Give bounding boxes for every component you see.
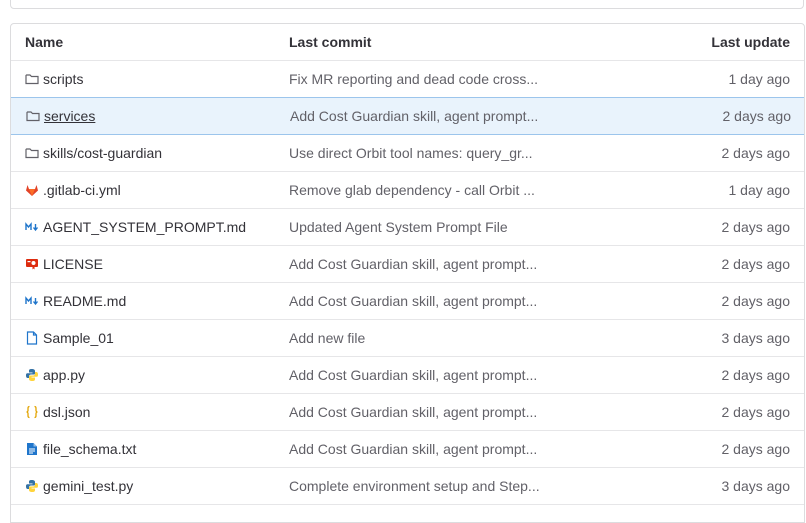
last-update-time: 2 days ago xyxy=(721,441,791,457)
last-update-time: 2 days ago xyxy=(721,219,791,235)
commit-message-link[interactable]: Fix MR reporting and dead code cross... xyxy=(289,61,538,97)
python-icon xyxy=(25,479,39,493)
commit-message-link[interactable]: Add Cost Guardian skill, agent prompt... xyxy=(289,394,537,430)
table-row[interactable]: AGENT_SYSTEM_PROMPT.md Updated Agent Sys… xyxy=(11,209,804,246)
file-link[interactable]: AGENT_SYSTEM_PROMPT.md xyxy=(43,209,246,245)
folder-icon xyxy=(25,72,39,86)
header-name: Name xyxy=(25,34,64,50)
folder-icon xyxy=(26,109,40,123)
table-row[interactable]: dsl.json Add Cost Guardian skill, agent … xyxy=(11,394,804,431)
last-update-time: 2 days ago xyxy=(721,145,791,161)
table-row[interactable]: file_schema.txt Add Cost Guardian skill,… xyxy=(11,431,804,468)
commit-message-link[interactable]: Use direct Orbit tool names: query_gr... xyxy=(289,135,533,171)
markdown-icon xyxy=(25,220,39,234)
gitlab-icon xyxy=(25,183,39,197)
file-link[interactable]: README.md xyxy=(43,283,126,319)
header-last-update: Last update xyxy=(711,34,790,50)
top-panel xyxy=(10,0,804,9)
last-update-time: 1 day ago xyxy=(728,182,791,198)
table-row[interactable]: LICENSE Add Cost Guardian skill, agent p… xyxy=(11,246,804,283)
table-row[interactable]: gemini_test.py Complete environment setu… xyxy=(11,468,804,505)
file-link[interactable]: Sample_01 xyxy=(43,320,114,356)
text-file-icon xyxy=(25,442,39,456)
commit-message-link[interactable]: Add Cost Guardian skill, agent prompt... xyxy=(289,431,537,467)
last-update-time: 2 days ago xyxy=(721,367,791,383)
file-link[interactable]: .gitlab-ci.yml xyxy=(43,172,121,208)
file-tree-table: Name Last commit Last update scripts Fix… xyxy=(10,23,805,523)
markdown-icon xyxy=(25,294,39,308)
commit-message-link[interactable]: Add Cost Guardian skill, agent prompt... xyxy=(289,246,537,282)
file-link[interactable]: dsl.json xyxy=(43,394,90,430)
table-row[interactable]: README.md Add Cost Guardian skill, agent… xyxy=(11,283,804,320)
commit-message-link[interactable]: Complete environment setup and Step... xyxy=(289,468,540,504)
header-last-commit: Last commit xyxy=(289,34,372,50)
last-update-time: 3 days ago xyxy=(721,330,791,346)
commit-message-link[interactable]: Updated Agent System Prompt File xyxy=(289,209,508,245)
json-icon xyxy=(25,405,39,419)
license-icon xyxy=(25,257,39,271)
file-link[interactable]: skills/cost-guardian xyxy=(43,135,162,171)
file-link[interactable]: gemini_test.py xyxy=(43,468,133,504)
commit-message-link[interactable]: Add Cost Guardian skill, agent prompt... xyxy=(289,357,537,393)
last-update-time: 2 days ago xyxy=(722,108,792,124)
commit-message-link[interactable]: Add new file xyxy=(289,320,365,356)
last-update-time: 3 days ago xyxy=(721,478,791,494)
table-row[interactable]: services Add Cost Guardian skill, agent … xyxy=(11,97,804,135)
commit-message-link[interactable]: Add Cost Guardian skill, agent prompt... xyxy=(289,283,537,319)
last-update-time: 1 day ago xyxy=(728,71,791,87)
file-link[interactable]: scripts xyxy=(43,61,83,97)
file-link[interactable]: app.py xyxy=(43,357,85,393)
commit-message-link[interactable]: Add Cost Guardian skill, agent prompt... xyxy=(290,98,538,134)
table-row[interactable]: scripts Fix MR reporting and dead code c… xyxy=(11,61,804,98)
folder-icon xyxy=(25,146,39,160)
table-row[interactable]: Sample_01 Add new file 3 days ago xyxy=(11,320,804,357)
table-row[interactable]: .gitlab-ci.yml Remove glab dependency - … xyxy=(11,172,804,209)
file-icon xyxy=(25,331,39,345)
table-header: Name Last commit Last update xyxy=(11,24,804,61)
python-icon xyxy=(25,368,39,382)
table-row[interactable]: skills/cost-guardian Use direct Orbit to… xyxy=(11,135,804,172)
file-link[interactable]: file_schema.txt xyxy=(43,431,136,467)
table-row[interactable]: app.py Add Cost Guardian skill, agent pr… xyxy=(11,357,804,394)
file-link[interactable]: services xyxy=(44,98,95,134)
commit-message-link[interactable]: Remove glab dependency - call Orbit ... xyxy=(289,172,535,208)
last-update-time: 2 days ago xyxy=(721,293,791,309)
file-link[interactable]: LICENSE xyxy=(43,246,103,282)
last-update-time: 2 days ago xyxy=(721,404,791,420)
last-update-time: 2 days ago xyxy=(721,256,791,272)
